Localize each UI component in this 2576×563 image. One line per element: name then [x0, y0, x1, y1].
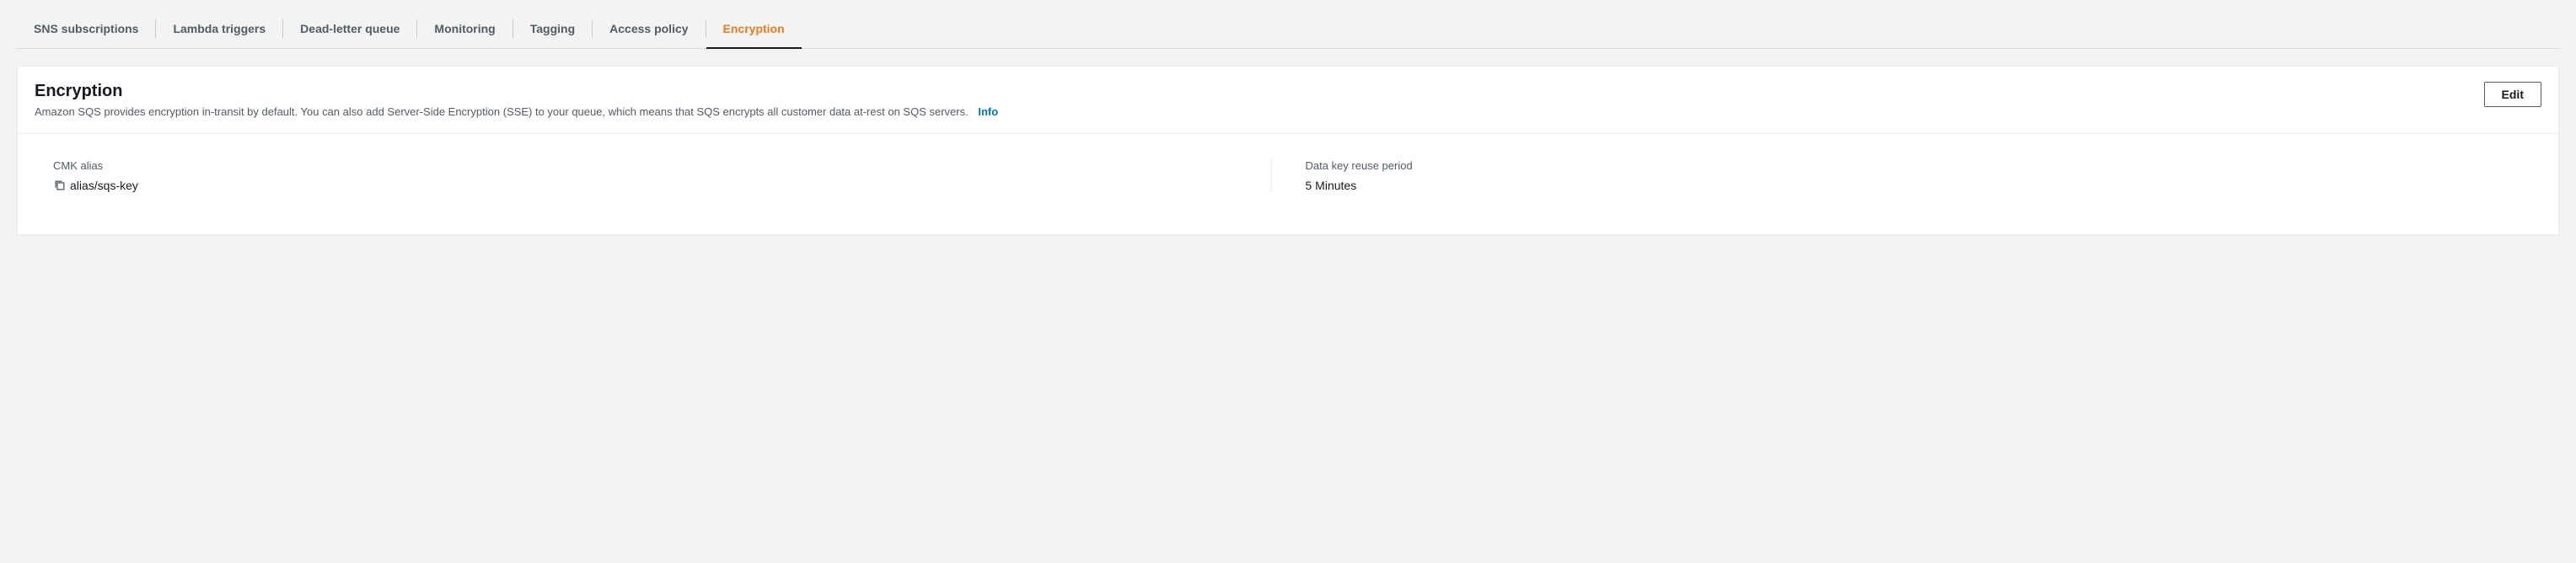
- field-reuse-period: Data key reuse period 5 Minutes: [1271, 159, 2524, 192]
- tabs-bar: SNS subscriptions Lambda triggers Dead-l…: [17, 8, 2559, 49]
- cmk-alias-label: CMK alias: [53, 159, 1271, 172]
- tab-dead-letter-queue[interactable]: Dead-letter queue: [283, 8, 416, 48]
- tab-sns-subscriptions[interactable]: SNS subscriptions: [17, 8, 155, 48]
- panel-header-text: Encryption Amazon SQS provides encryptio…: [35, 82, 2471, 120]
- tab-encryption[interactable]: Encryption: [706, 8, 802, 48]
- reuse-period-label: Data key reuse period: [1306, 159, 2524, 172]
- cmk-alias-value: alias/sqs-key: [70, 179, 138, 192]
- tab-lambda-triggers[interactable]: Lambda triggers: [156, 8, 282, 48]
- panel-body: CMK alias alias/sqs-key Data key reuse p…: [18, 134, 2558, 234]
- panel-description-text: Amazon SQS provides encryption in-transi…: [35, 105, 969, 118]
- edit-button[interactable]: Edit: [2484, 82, 2541, 107]
- info-link[interactable]: Info: [978, 105, 998, 118]
- panel-description: Amazon SQS provides encryption in-transi…: [35, 105, 2471, 120]
- field-cmk-alias: CMK alias alias/sqs-key: [53, 159, 1271, 192]
- copy-icon[interactable]: [53, 179, 67, 192]
- panel-title: Encryption: [35, 82, 2471, 101]
- tab-monitoring[interactable]: Monitoring: [417, 8, 512, 48]
- panel-header: Encryption Amazon SQS provides encryptio…: [18, 67, 2558, 134]
- encryption-panel: Encryption Amazon SQS provides encryptio…: [17, 66, 2559, 235]
- cmk-alias-value-row: alias/sqs-key: [53, 179, 1271, 192]
- reuse-period-value: 5 Minutes: [1306, 179, 2524, 192]
- tab-tagging[interactable]: Tagging: [513, 8, 592, 48]
- tab-access-policy[interactable]: Access policy: [593, 8, 705, 48]
